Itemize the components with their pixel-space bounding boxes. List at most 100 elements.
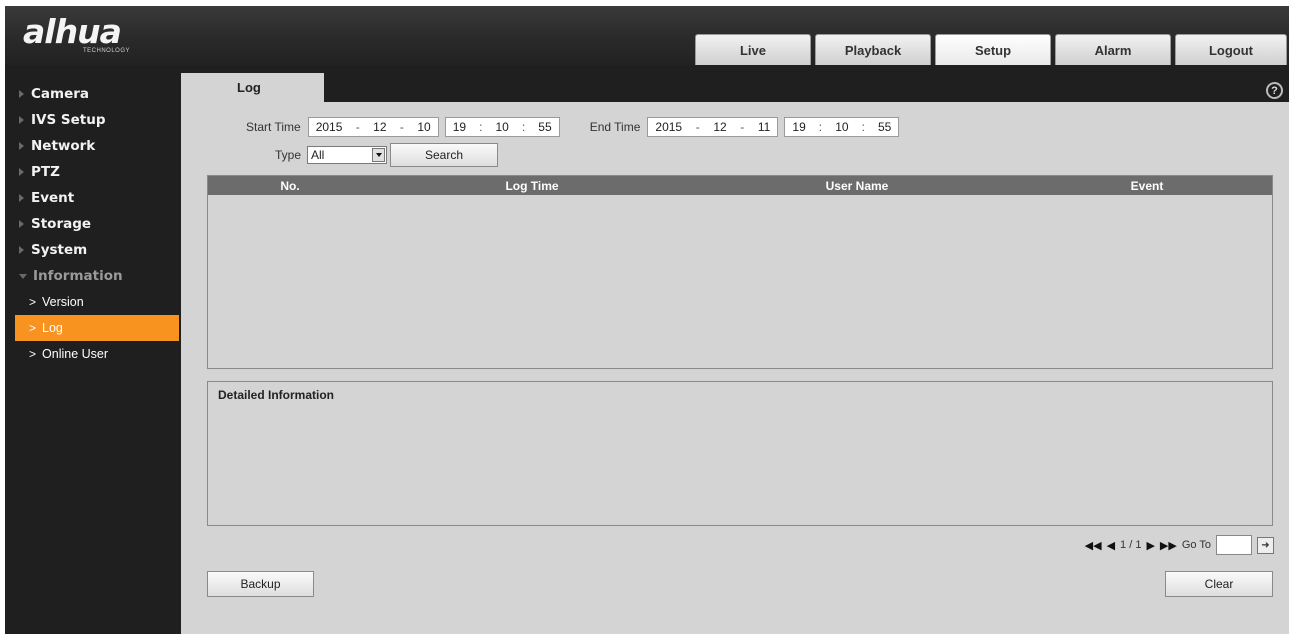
sidebar-subitem-version[interactable]: > Version: [15, 289, 179, 315]
sidebar-item-label: Network: [31, 138, 96, 154]
brand-logo: alhua TECHNOLOGY: [23, 12, 163, 54]
expand-arrow-icon: [19, 168, 24, 176]
page-indicator: 1 / 1: [1120, 539, 1142, 551]
expand-arrow-icon: [19, 220, 24, 228]
sidebar-subitem-label: Online User: [42, 347, 109, 361]
end-year: 2015: [655, 120, 683, 134]
sidebar-subitem-label: Log: [42, 321, 63, 335]
date-separator: -: [399, 120, 404, 134]
type-select-value: All: [311, 148, 325, 162]
expand-arrow-icon: [19, 194, 24, 202]
sidebar-item-label: Camera: [31, 86, 90, 102]
detail-title: Detailed Information: [218, 388, 335, 402]
go-arrow-icon[interactable]: ➜: [1257, 536, 1274, 554]
start-second: 55: [538, 120, 552, 134]
end-day: 11: [757, 120, 771, 134]
logo-tagline: TECHNOLOGY: [83, 48, 131, 54]
sidebar-item-label: Information: [33, 268, 123, 284]
tab-playback[interactable]: Playback: [815, 34, 931, 65]
sidebar-item-network[interactable]: Network: [5, 133, 181, 159]
sidebar-item-label: System: [31, 242, 88, 258]
type-filter-row: Type All Search: [275, 143, 499, 167]
start-time-input[interactable]: 19: 10: 55: [444, 117, 560, 137]
tab-live[interactable]: Live: [695, 34, 811, 65]
column-header-no: No.: [280, 178, 300, 193]
sidebar-item-label: IVS Setup: [31, 112, 106, 128]
end-second: 55: [877, 120, 892, 134]
start-year: 2015: [315, 120, 343, 134]
start-hour: 19: [452, 120, 467, 134]
chevron-right-icon: >: [29, 295, 37, 309]
start-month: 12: [373, 120, 387, 134]
type-label: Type: [275, 148, 302, 162]
start-day: 10: [417, 120, 431, 134]
help-icon[interactable]: ?: [1266, 82, 1283, 99]
main-tabs: Live Playback Setup Alarm Logout: [695, 34, 1287, 65]
type-select[interactable]: All: [307, 146, 388, 164]
end-hour: 19: [792, 120, 806, 134]
first-page-icon[interactable]: ◀◀: [1085, 539, 1102, 552]
detail-panel: Detailed Information: [207, 381, 1273, 526]
date-separator: -: [695, 120, 700, 134]
time-separator: :: [861, 120, 865, 134]
content-panel: Log ? Start Time 2015- 12- 10 19: 10: 55…: [181, 65, 1289, 634]
end-minute: 10: [835, 120, 849, 134]
sidebar-item-label: Event: [31, 190, 75, 206]
sidebar-item-label: PTZ: [31, 164, 60, 180]
date-separator: -: [740, 120, 745, 134]
app-frame: alhua TECHNOLOGY Live Playback Setup Ala…: [5, 6, 1289, 634]
start-minute: 10: [495, 120, 509, 134]
column-header-event: Event: [1130, 178, 1164, 193]
prev-page-icon[interactable]: ◀: [1107, 539, 1115, 552]
search-button[interactable]: Search: [390, 143, 499, 167]
time-separator: :: [479, 120, 483, 134]
chevron-right-icon: >: [29, 321, 37, 335]
sidebar-item-event[interactable]: Event: [5, 185, 181, 211]
sidebar-item-system[interactable]: System: [5, 237, 181, 263]
time-filter-row: Start Time 2015- 12- 10 19: 10: 55 End T…: [246, 117, 900, 137]
sidebar-item-camera[interactable]: Camera: [5, 81, 181, 107]
log-table: No. Log Time User Name Event: [207, 175, 1273, 369]
top-header: alhua TECHNOLOGY Live Playback Setup Ala…: [5, 6, 1289, 65]
expand-arrow-icon: [19, 116, 24, 124]
expand-arrow-icon: [19, 142, 24, 150]
tab-logout[interactable]: Logout: [1175, 34, 1287, 65]
start-time-label: Start Time: [246, 120, 301, 134]
goto-label: Go To: [1181, 539, 1211, 551]
sidebar: Camera IVS Setup Network PTZ Event Stora…: [5, 65, 181, 634]
column-header-log-time: Log Time: [505, 178, 559, 193]
next-page-icon[interactable]: ▶: [1146, 539, 1154, 552]
tab-setup[interactable]: Setup: [935, 34, 1051, 65]
sidebar-item-information[interactable]: Information: [5, 263, 181, 289]
pagination: ◀◀ ◀ 1 / 1 ▶ ▶▶ Go To ➜: [1085, 535, 1274, 555]
goto-page-input[interactable]: [1216, 535, 1252, 555]
backup-button[interactable]: Backup: [207, 571, 314, 597]
column-header-user-name: User Name: [825, 178, 889, 193]
collapse-arrow-icon: [19, 273, 27, 279]
end-date-input[interactable]: 2015- 12- 11: [647, 117, 779, 137]
sidebar-subitem-label: Version: [42, 295, 84, 309]
tab-log[interactable]: Log: [181, 73, 324, 102]
expand-arrow-icon: [19, 90, 24, 98]
content-tabbar: Log ?: [181, 65, 1289, 102]
expand-arrow-icon: [19, 246, 24, 254]
sidebar-item-label: Storage: [31, 216, 92, 232]
sidebar-item-storage[interactable]: Storage: [5, 211, 181, 237]
time-separator: :: [818, 120, 823, 134]
end-month: 12: [713, 120, 727, 134]
sidebar-subitem-online-user[interactable]: > Online User: [15, 341, 179, 367]
end-time-label: End Time: [589, 120, 641, 134]
logo-wordmark: alhua: [23, 12, 122, 51]
end-time-input[interactable]: 19: 10: 55: [784, 117, 900, 137]
tab-alarm[interactable]: Alarm: [1055, 34, 1171, 65]
start-date-input[interactable]: 2015- 12- 10: [307, 117, 439, 137]
table-header: No. Log Time User Name Event: [208, 176, 1272, 195]
sidebar-subitem-log[interactable]: > Log: [15, 315, 179, 341]
sidebar-item-ivs-setup[interactable]: IVS Setup: [5, 107, 181, 133]
chevron-right-icon: >: [29, 347, 37, 361]
last-page-icon[interactable]: ▶▶: [1160, 539, 1177, 552]
clear-button[interactable]: Clear: [1165, 571, 1273, 597]
time-separator: :: [521, 120, 526, 134]
sidebar-item-ptz[interactable]: PTZ: [5, 159, 181, 185]
